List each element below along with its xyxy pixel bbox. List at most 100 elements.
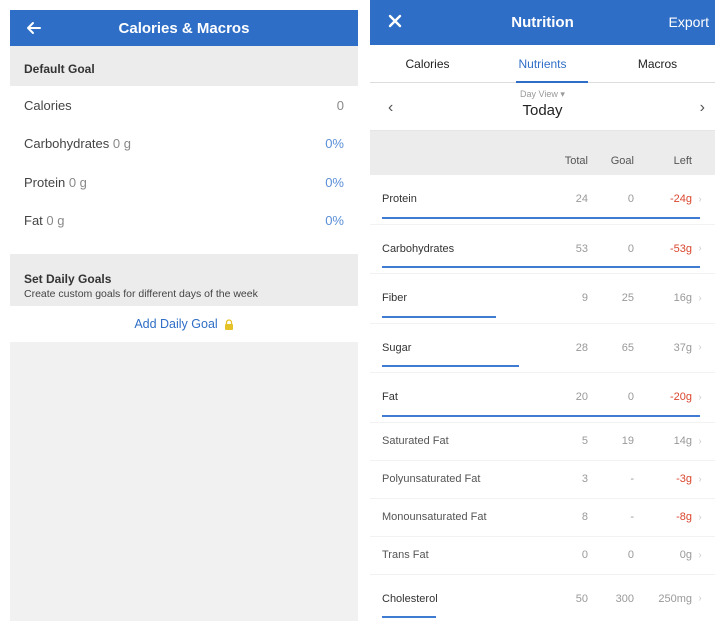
goal-row-calories[interactable]: Calories 0 [10,86,358,125]
tab-calories[interactable]: Calories [370,45,485,82]
left-header: Calories & Macros [10,10,358,46]
close-icon[interactable] [388,14,402,28]
goal-percent: 0% [325,213,344,229]
table-row[interactable]: Fiber 9 25 16g › [370,274,715,324]
goal-grams: 0 g [68,174,87,190]
goal-row-protein[interactable]: Protein 0 g 0% [10,163,358,202]
table-row[interactable]: Protein 24 0 -24g › [370,175,715,225]
caret-down-icon: ▾ [560,89,565,99]
tab-nutrients[interactable]: Nutrients [485,45,600,82]
nutrient-name: Carbohydrates [382,242,455,255]
nutrient-goal: 0 [627,549,634,561]
nutrient-name: Fiber [382,292,408,305]
app-root: Calories & Macros Default Goal Calories … [0,0,715,621]
chevron-right-icon: › [698,435,702,447]
nutrient-left: -8g [676,511,692,523]
set-daily-goals-subtitle: Create custom goals for different days o… [24,288,258,300]
chevron-right-icon: › [698,511,702,523]
table-row[interactable]: Saturated Fat 5 19 14g › [370,423,715,461]
table-row[interactable]: Trans Fat 0 0 0g › [370,537,715,575]
nutrient-name: Saturated Fat [382,435,449,447]
chevron-right-icon: › [698,549,702,561]
col-goal: Goal [610,155,634,167]
goal-label-wrap: Protein 0 g [24,175,325,190]
default-goal-header: Default Goal [10,46,358,86]
nutrient-left: 16g [673,292,692,305]
goal-row-carbohydrates[interactable]: Carbohydrates 0 g 0% [10,124,358,163]
chevron-right-icon: › [698,342,702,354]
add-daily-goal-button[interactable]: Add Daily Goal [10,306,358,342]
chevron-right-icon: › [698,292,702,304]
goal-grams: 0 g [46,213,65,229]
table-row[interactable]: Monounsaturated Fat 8 - -8g › [370,499,715,537]
chevron-left-icon[interactable]: ‹ [388,99,393,117]
goal-label: Calories [24,97,72,113]
table-row[interactable]: Carbohydrates 53 0 -53g › [370,225,715,274]
nutrient-left: -53g [669,242,692,255]
nutrient-goal: 300 [615,592,634,605]
nutrient-goal: 0 [627,193,634,206]
calories-macros-panel: Calories & Macros Default Goal Calories … [10,10,358,621]
tab-bar: Calories Nutrients Macros [370,45,715,83]
nutrient-goal: 19 [621,435,634,447]
goal-label: Protein [24,174,66,190]
day-view-label: Day View [520,89,558,99]
spacer [10,240,358,254]
set-daily-goals-title: Set Daily Goals [24,272,112,286]
lock-icon [224,318,233,330]
nutrient-total: 24 [575,193,588,206]
nutrient-left: -24g [669,193,692,206]
export-button[interactable]: Export [669,14,709,30]
nutrient-left: 250mg [658,592,692,605]
nutrition-panel: Nutrition Export Calories Nutrients Macr… [370,0,715,621]
nutrient-total: 50 [575,592,588,605]
day-view-dropdown[interactable]: Day View ▾ [370,83,715,100]
nutrient-goal: 0 [627,391,634,404]
nutrient-name: Cholesterol [382,592,438,605]
nutrient-goal: 25 [621,292,634,305]
chevron-right-icon: › [698,473,702,485]
left-title: Calories & Macros [118,19,250,37]
table-header: Total Goal Left [370,131,715,175]
day-navigator: ‹ Day View ▾ Today › [370,83,715,131]
chevron-right-icon[interactable]: › [700,99,705,117]
table-row[interactable]: Polyunsaturated Fat 3 - -3g › [370,461,715,499]
nutrient-name: Sugar [382,341,412,354]
goal-percent: 0% [325,174,344,190]
current-day: Today [522,102,563,119]
nutrient-total: 0 [581,549,588,561]
nutrient-name: Monounsaturated Fat [382,511,487,523]
chevron-right-icon: › [698,243,702,255]
goal-label-wrap: Fat 0 g [24,213,325,228]
goal-row-fat[interactable]: Fat 0 g 0% [10,201,358,240]
nutrient-goal: 65 [621,341,634,354]
goal-grams: 0 g [112,136,131,152]
col-total: Total [564,155,588,167]
nutrient-goal: - [630,473,634,485]
nutrient-total: 28 [575,341,588,354]
nutrient-name: Polyunsaturated Fat [382,473,481,485]
tab-macros[interactable]: Macros [600,45,715,82]
table-row[interactable]: Sugar 28 65 37g › [370,324,715,373]
nutrient-total: 3 [581,473,588,485]
nutrient-total: 5 [581,435,588,447]
nutrient-total: 8 [581,511,588,523]
nutrient-total: 20 [575,391,588,404]
nutrient-left: -3g [676,473,692,485]
progress-bar [382,365,519,367]
progress-bar [382,616,436,618]
table-row[interactable]: Fat 20 0 -20g › [370,373,715,423]
nutrient-left: 37g [673,341,692,354]
nutrient-name: Trans Fat [382,549,429,561]
chevron-right-icon: › [698,391,702,403]
add-daily-goal-label: Add Daily Goal [134,317,218,331]
chevron-right-icon: › [698,193,702,205]
nutrient-name: Fat [382,391,398,404]
right-header: Nutrition Export [370,0,715,45]
right-title: Nutrition [511,14,574,31]
nutrient-left: -20g [669,391,692,404]
goal-percent: 0% [325,136,344,152]
table-row[interactable]: Cholesterol 50 300 250mg › [370,575,715,621]
goal-label: Carbohydrates [24,136,110,152]
back-arrow-icon[interactable] [24,18,44,38]
